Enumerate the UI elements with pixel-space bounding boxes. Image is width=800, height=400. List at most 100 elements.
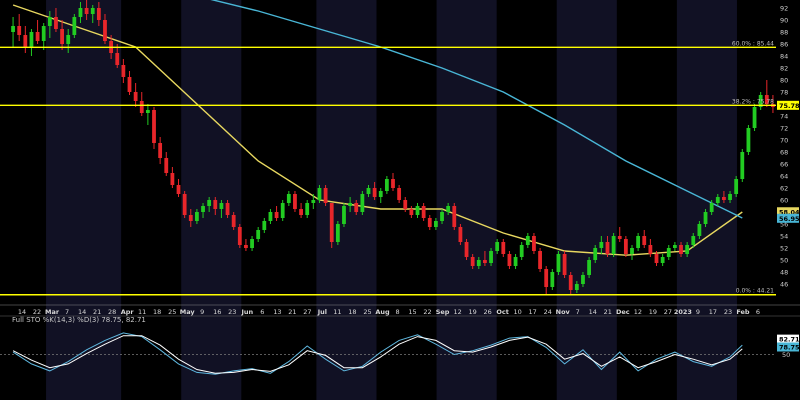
candle-body	[305, 203, 310, 215]
date-tick-label: 19	[649, 308, 657, 316]
candle-body	[605, 242, 610, 254]
date-tick-label: Dec	[616, 308, 630, 316]
candle-body	[188, 215, 193, 221]
price-axis: 4648505254565860626466687072747678808284…	[780, 5, 788, 289]
candle-body	[611, 236, 616, 254]
date-tick-label: 27	[664, 308, 672, 316]
fib-label: 0.0% : 44.21	[736, 288, 774, 295]
price-tag-label: 75.78	[779, 102, 800, 110]
fib-label: 38.2% : 75.78	[732, 98, 774, 105]
candle-body	[568, 275, 573, 290]
candle-body	[642, 236, 647, 245]
candle-body	[532, 236, 536, 251]
date-tick-label: 6	[756, 308, 760, 316]
date-tick-label: Oct	[496, 308, 509, 316]
candle-body	[274, 212, 279, 218]
candle-body	[391, 179, 395, 188]
date-tick-label: 23	[724, 308, 732, 316]
date-tick-label: 22	[33, 308, 41, 316]
candle-body	[691, 236, 696, 245]
candle-body	[293, 194, 297, 209]
price-tick-label: 68	[780, 149, 788, 157]
candle-body	[231, 215, 236, 227]
candle-body	[11, 26, 15, 32]
candle-body	[256, 230, 261, 239]
price-tick-label: 48	[780, 269, 788, 277]
date-tick-label: 2023	[674, 308, 692, 316]
date-tick-label: 21	[288, 308, 296, 316]
candle-body	[697, 224, 702, 236]
candle-body	[54, 17, 58, 29]
date-tick-label: 12	[453, 308, 461, 316]
candle-body	[384, 179, 389, 191]
candle-body	[495, 242, 500, 251]
date-tick-label: 17	[709, 308, 717, 316]
price-tick-label: 52	[780, 245, 788, 253]
candle-body	[182, 194, 187, 215]
candle-body	[728, 194, 732, 200]
candle-body	[133, 92, 138, 101]
candle-body	[96, 8, 101, 20]
candle-body	[335, 224, 340, 242]
candle-body	[41, 26, 46, 41]
price-tag-label: 56.95	[779, 215, 800, 223]
price-tick-label: 88	[780, 29, 788, 37]
candle-body	[219, 203, 224, 209]
candle-body	[280, 203, 285, 218]
date-tick-label: 14	[78, 308, 86, 316]
date-tick-label: Apr	[121, 308, 135, 316]
candle-body	[740, 152, 745, 179]
candle-body	[195, 212, 199, 221]
date-tick-label: 11	[333, 308, 341, 316]
candle-body	[421, 206, 426, 218]
date-tick-label: 21	[93, 308, 101, 316]
date-tick-label: 25	[363, 308, 371, 316]
price-tick-label: 70	[780, 137, 788, 145]
candle-body	[158, 143, 163, 158]
candle-body	[587, 260, 591, 275]
osc-price-tag-label: 82.71	[779, 336, 800, 344]
candle-body	[372, 188, 377, 197]
stochastic-line	[12, 332, 743, 375]
candle-body	[593, 248, 598, 260]
candle-body	[483, 260, 487, 263]
candle-body	[164, 158, 169, 173]
date-tick-label: 24	[544, 308, 552, 316]
candle-body	[544, 269, 549, 287]
candle-body	[139, 101, 144, 113]
candle-body	[525, 236, 530, 245]
candle-body	[176, 185, 181, 194]
moving-average-line	[12, 4, 743, 256]
candle-body	[746, 128, 751, 152]
price-tick-label: 46	[780, 281, 788, 289]
candle-body	[268, 212, 273, 221]
candle-body	[72, 17, 77, 35]
date-tick-label: 18	[348, 308, 356, 316]
candle-body	[403, 200, 408, 209]
date-tick-label: 14	[18, 308, 26, 316]
candle-body	[317, 188, 322, 200]
date-tick-label: 22	[423, 308, 431, 316]
candle-body	[458, 227, 463, 242]
date-tick-label: 12	[634, 308, 642, 316]
candle-body	[685, 245, 690, 254]
candle-body	[366, 188, 371, 194]
price-tick-label: 78	[780, 89, 788, 97]
candle-body	[752, 107, 757, 128]
candle-body	[127, 77, 132, 92]
date-tick-label: 7	[576, 308, 580, 316]
candle-body	[550, 272, 555, 287]
candle-body	[23, 35, 28, 47]
date-tick-label: 7	[65, 308, 69, 316]
date-tick-label: 14	[589, 308, 597, 316]
price-tick-label: 64	[780, 173, 788, 181]
candle-body	[703, 212, 708, 224]
candle-body	[299, 209, 303, 215]
month-band	[436, 0, 497, 400]
osc-tick-label: 50	[782, 351, 790, 359]
candle-body	[440, 212, 444, 221]
candle-body	[464, 242, 469, 257]
candle-body	[513, 257, 518, 266]
candle-body	[170, 173, 175, 185]
candle-body	[66, 35, 71, 44]
